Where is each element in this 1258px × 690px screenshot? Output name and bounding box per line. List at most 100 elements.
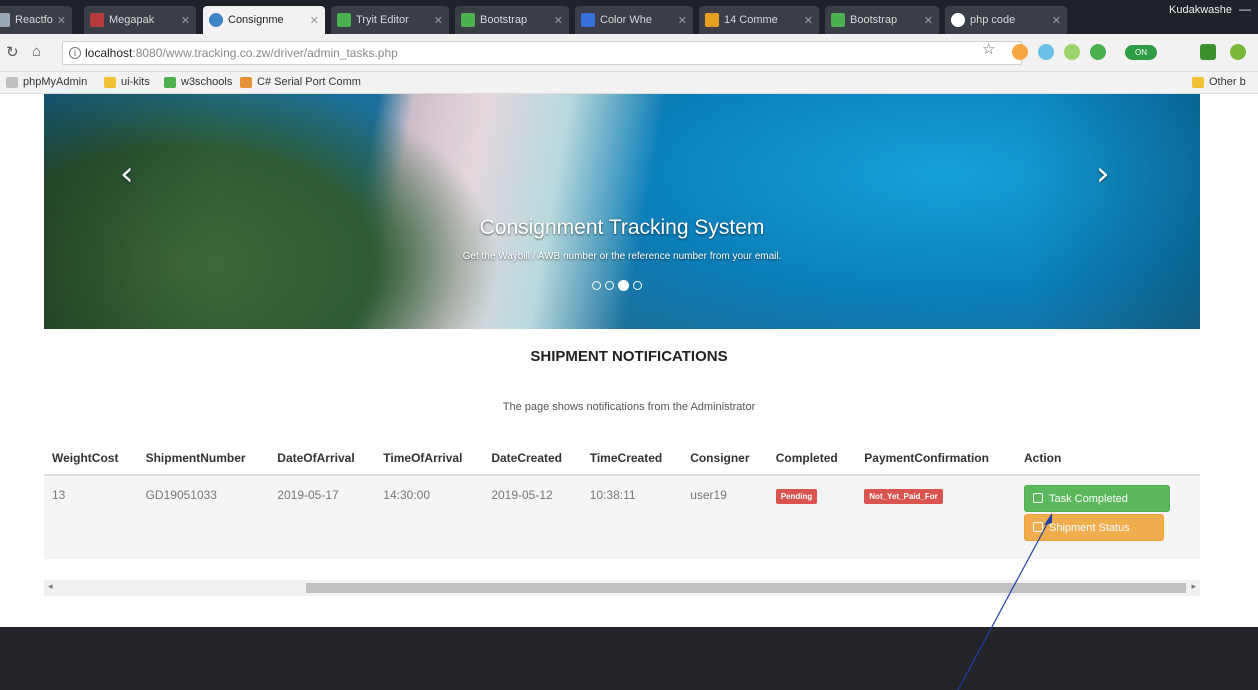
browser-tab-strip: Reactfo ✕ Megapak ✕ Consignme ✕ Tryit Ed… — [0, 0, 1258, 34]
edit-icon — [1033, 522, 1043, 532]
cell-payment-confirmation: Not_Yet_Paid_For — [856, 475, 1016, 559]
carousel-indicator[interactable] — [633, 281, 642, 290]
browser-toolbar: ↻ ⌂ i localhost:8080/www.tracking.co.zw/… — [0, 34, 1258, 72]
headphones-extension-icon[interactable] — [1038, 44, 1054, 60]
leaf-extension-icon[interactable] — [1200, 44, 1216, 60]
tab-title: 14 Comme — [724, 14, 778, 26]
tab-2[interactable]: Megapak ✕ — [84, 6, 196, 34]
cell-completed: Pending — [767, 475, 857, 559]
close-icon[interactable]: ✕ — [57, 14, 66, 27]
url-host: localhost — [85, 46, 133, 60]
page-subtitle: The page shows notifications from the Ad… — [502, 401, 756, 413]
bookmark-serial-port[interactable]: C# Serial Port Comm — [240, 76, 361, 88]
horizontal-scrollbar[interactable]: ◂ ▸ — [44, 580, 1200, 596]
tab-consignment-active[interactable]: Consignme ✕ — [203, 6, 325, 34]
tab-8[interactable]: Bootstrap ✕ — [825, 6, 939, 34]
cell-time-of-arrival: 14:30:00 — [375, 475, 484, 559]
tab-favicon-icon — [581, 13, 595, 27]
bookmark-label: w3schools — [181, 76, 233, 88]
tab-5[interactable]: Bootstrap ✕ — [455, 6, 569, 34]
carousel-title: Consignment Tracking System — [479, 216, 765, 239]
close-icon[interactable]: ✕ — [181, 14, 190, 27]
cell-consigner: user19 — [682, 475, 768, 559]
edit-icon — [1033, 493, 1043, 503]
page-title: SHIPMENT NOTIFICATIONS — [530, 348, 728, 365]
tab-title: Reactfo — [15, 14, 53, 26]
column-header: Completed — [767, 442, 857, 476]
bookmark-w3schools[interactable]: w3schools — [164, 76, 232, 88]
url-path: :8080/www.tracking.co.zw/driver/admin_ta… — [132, 46, 398, 60]
toggle-extension-icon[interactable]: ON — [1125, 45, 1157, 60]
chevron-left-icon[interactable]: ‹ — [120, 154, 134, 194]
bookmark-label: phpMyAdmin — [23, 76, 88, 88]
tab-title: Color Whe — [600, 14, 652, 26]
table-header-row: WeightCost ShipmentNumber DateOfArrival … — [44, 442, 1200, 476]
cell-date-of-arrival: 2019-05-17 — [269, 475, 376, 559]
reload-icon[interactable]: ↻ — [6, 43, 19, 61]
hero-carousel: ‹ › Consignment Tracking System Get the … — [44, 94, 1200, 329]
column-header: Action — [1016, 442, 1200, 476]
close-icon[interactable]: ✕ — [804, 14, 813, 27]
scroll-left-icon[interactable]: ◂ — [48, 581, 53, 592]
carousel-indicator[interactable] — [592, 281, 601, 290]
cell-shipment-number: GD19051033 — [137, 475, 270, 559]
bookmark-ui-kits[interactable]: ui-kits — [104, 76, 150, 88]
shipment-status-label: Shipment Status — [1049, 522, 1130, 534]
tab-favicon-icon — [461, 13, 475, 27]
shipment-status-button[interactable]: Shipment Status — [1024, 514, 1164, 541]
chevron-right-icon[interactable]: › — [1096, 154, 1110, 194]
tab-4[interactable]: Tryit Editor ✕ — [331, 6, 449, 34]
tab-favicon-icon — [337, 13, 351, 27]
payment-status-badge: Not_Yet_Paid_For — [864, 489, 943, 504]
task-completed-button[interactable]: Task Completed — [1024, 485, 1170, 512]
bookmarks-bar: phpMyAdmin ui-kits w3schools C# Serial P… — [0, 72, 1258, 94]
profile-name[interactable]: Kudakwashe — [1169, 4, 1232, 16]
cell-time-created: 10:38:11 — [581, 475, 683, 559]
carousel-indicator[interactable] — [605, 281, 614, 290]
cell-weight-cost: 13 — [44, 475, 138, 559]
tab-title: Tryit Editor — [356, 14, 409, 26]
extension-icon[interactable] — [1012, 44, 1028, 60]
tab-title: Consignme — [228, 14, 284, 26]
bookmark-star-icon[interactable]: ☆ — [982, 40, 995, 58]
scroll-right-icon[interactable]: ▸ — [1191, 581, 1196, 592]
folder-icon — [1192, 76, 1204, 88]
bookmark-icon — [240, 76, 252, 88]
minimize-icon[interactable]: — — [1236, 2, 1254, 16]
address-bar[interactable]: i localhost:8080/www.tracking.co.zw/driv… — [62, 41, 1022, 65]
cell-action: Task Completed Shipment Status — [1016, 475, 1200, 559]
close-icon[interactable]: ✕ — [554, 14, 563, 27]
power-extension-icon[interactable] — [1090, 44, 1106, 60]
close-icon[interactable]: ✕ — [678, 14, 687, 27]
home-icon[interactable]: ⌂ — [32, 43, 41, 60]
tab-6[interactable]: Color Whe ✕ — [575, 6, 693, 34]
carousel-indicator-active[interactable] — [618, 280, 629, 291]
tab-9[interactable]: php code ✕ — [945, 6, 1067, 34]
tab-7[interactable]: 14 Comme ✕ — [699, 6, 819, 34]
tab-favicon-icon — [0, 13, 10, 27]
column-header: Consigner — [682, 442, 768, 476]
notifications-table: WeightCost ShipmentNumber DateOfArrival … — [44, 442, 1200, 559]
folder-icon — [104, 76, 116, 88]
column-header: WeightCost — [44, 442, 138, 476]
column-header: PaymentConfirmation — [856, 442, 1016, 476]
close-icon[interactable]: ✕ — [434, 14, 443, 27]
close-icon[interactable]: ✕ — [310, 14, 319, 27]
close-icon[interactable]: ✕ — [1052, 14, 1061, 27]
bookmark-icon — [6, 76, 18, 88]
tab-title: php code — [970, 14, 1016, 26]
scrollbar-thumb[interactable] — [306, 583, 1186, 593]
tab-1[interactable]: Reactfo ✕ — [0, 6, 72, 34]
bookmark-phpmyadmin[interactable]: phpMyAdmin — [6, 76, 87, 88]
completed-status-badge: Pending — [775, 489, 818, 504]
column-header: DateOfArrival — [269, 442, 376, 476]
info-icon[interactable]: i — [69, 47, 81, 59]
other-bookmarks-label: Other b — [1209, 76, 1246, 88]
close-icon[interactable]: ✕ — [924, 14, 933, 27]
download-extension-icon[interactable] — [1064, 44, 1080, 60]
column-header: ShipmentNumber — [137, 442, 270, 476]
page-footer — [0, 627, 1258, 690]
gear-extension-icon[interactable] — [1230, 44, 1246, 60]
tab-favicon-icon — [705, 13, 719, 27]
other-bookmarks[interactable]: Other b — [1192, 76, 1246, 88]
